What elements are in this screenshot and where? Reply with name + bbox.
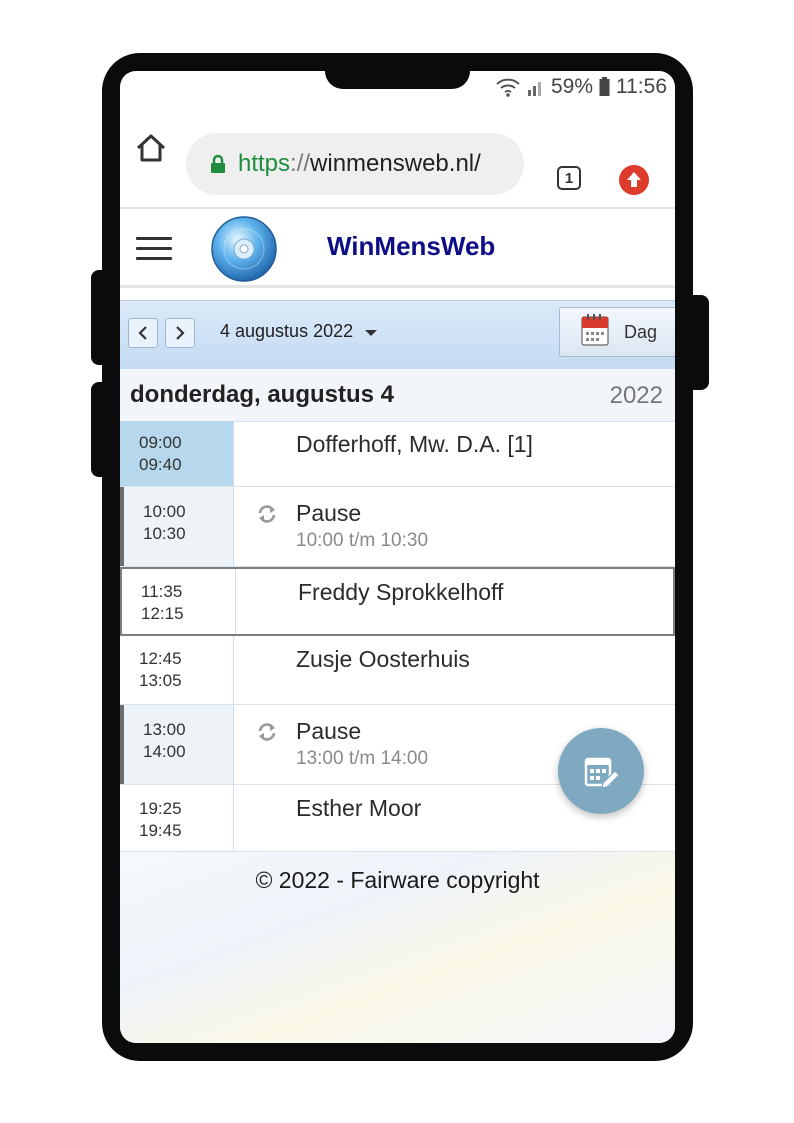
page-footer: © 2022 - Fairware copyright bbox=[120, 852, 675, 1043]
clock: 11:56 bbox=[616, 75, 667, 98]
caret-down-icon bbox=[365, 330, 378, 336]
volume-up-button bbox=[91, 270, 113, 365]
time-cell: 11:35 12:15 bbox=[122, 569, 236, 634]
appointment-title: Zusje Oosterhuis bbox=[296, 646, 470, 672]
start-time: 19:25 bbox=[139, 799, 182, 818]
time-cell: 19:25 19:45 bbox=[120, 785, 234, 851]
view-day-label: Dag bbox=[624, 321, 658, 342]
recurring-icon bbox=[256, 503, 278, 525]
time-cell: 13:00 14:00 bbox=[120, 705, 234, 784]
date-selector[interactable]: 4 augustus 2022 bbox=[220, 321, 378, 342]
view-day-button[interactable]: Dag bbox=[559, 307, 675, 357]
camera-notch bbox=[325, 71, 470, 89]
end-time: 10:30 bbox=[143, 524, 186, 543]
browser-toolbar: https://winmensweb.nl/ 1 bbox=[120, 103, 675, 209]
signal-icon bbox=[527, 77, 545, 97]
edit-schedule-fab[interactable] bbox=[558, 728, 644, 814]
prev-day-button[interactable] bbox=[128, 318, 158, 348]
recurring-icon bbox=[256, 721, 278, 743]
lock-icon bbox=[210, 154, 226, 174]
app-header: WinMensWeb bbox=[120, 209, 675, 288]
end-time: 09:40 bbox=[139, 455, 182, 474]
address-bar[interactable]: https://winmensweb.nl/ bbox=[186, 133, 524, 195]
menu-icon[interactable] bbox=[136, 237, 172, 261]
start-time: 13:00 bbox=[143, 720, 186, 739]
copyright-text: © 2022 - Fairware copyright bbox=[255, 867, 540, 893]
appointment-row[interactable]: 10:00 10:30 Pause 10:00 t/m 10:30 bbox=[120, 487, 675, 567]
end-time: 14:00 bbox=[143, 742, 186, 761]
start-time: 12:45 bbox=[139, 649, 182, 668]
volume-down-button bbox=[91, 382, 113, 477]
next-day-button[interactable] bbox=[165, 318, 195, 348]
end-time: 12:15 bbox=[141, 604, 184, 623]
url-scheme: https bbox=[238, 150, 291, 177]
tab-switcher-button[interactable]: 1 bbox=[557, 166, 581, 190]
calendar-edit-icon bbox=[584, 757, 620, 789]
appointment-title: Pause bbox=[296, 718, 362, 744]
time-cell: 09:00 09:40 bbox=[120, 421, 234, 486]
chevron-right-icon bbox=[176, 326, 185, 340]
calendar-toolbar: 4 augustus 2022 Dag bbox=[120, 300, 675, 370]
chevron-left-icon bbox=[138, 326, 147, 340]
end-time: 13:05 bbox=[139, 671, 182, 690]
home-icon bbox=[136, 134, 166, 162]
calendar-icon bbox=[580, 313, 610, 352]
disc-logo bbox=[210, 215, 278, 283]
home-button[interactable] bbox=[134, 131, 168, 165]
url-host: winmensweb.nl/ bbox=[310, 150, 481, 177]
appointment-row[interactable]: 09:00 09:40 Dofferhoff, Mw. D.A. [1] bbox=[120, 421, 675, 487]
end-time: 19:45 bbox=[139, 821, 182, 840]
time-cell: 10:00 10:30 bbox=[120, 487, 234, 566]
wifi-icon bbox=[495, 77, 521, 97]
day-name: donderdag, augustus 4 bbox=[130, 381, 395, 408]
appointment-row[interactable]: 11:35 12:15 Freddy Sprokkelhoff bbox=[120, 567, 675, 636]
appointment-subtitle: 10:00 t/m 10:30 bbox=[296, 530, 429, 551]
phone-screen: 59% 11:56 https:// winmensweb.nl/ 1 Win… bbox=[120, 71, 675, 1043]
appointment-title: Esther Moor bbox=[296, 795, 422, 821]
appointment-subtitle: 13:00 t/m 14:00 bbox=[296, 748, 429, 769]
power-button bbox=[682, 295, 709, 390]
start-time: 10:00 bbox=[143, 502, 186, 521]
battery-percent: 59% bbox=[550, 75, 593, 98]
day-header: donderdag, augustus 4 2022 bbox=[120, 369, 675, 422]
time-cell: 12:45 13:05 bbox=[120, 636, 234, 704]
appointment-row[interactable]: 12:45 13:05 Zusje Oosterhuis bbox=[120, 636, 675, 705]
appointment-title: Dofferhoff, Mw. D.A. [1] bbox=[296, 431, 533, 457]
day-year: 2022 bbox=[609, 382, 663, 409]
app-title: WinMensWeb bbox=[327, 231, 496, 261]
url-separator: :// bbox=[290, 150, 311, 177]
update-button[interactable] bbox=[619, 165, 649, 195]
update-arrow-icon bbox=[619, 165, 649, 195]
start-time: 11:35 bbox=[141, 582, 183, 601]
battery-icon bbox=[599, 77, 610, 97]
appointment-title: Pause bbox=[296, 500, 362, 526]
start-time: 09:00 bbox=[139, 433, 182, 452]
date-label: 4 augustus 2022 bbox=[220, 321, 354, 341]
appointment-title: Freddy Sprokkelhoff bbox=[298, 579, 504, 605]
phone-frame: 59% 11:56 https:// winmensweb.nl/ 1 Win… bbox=[102, 53, 693, 1061]
